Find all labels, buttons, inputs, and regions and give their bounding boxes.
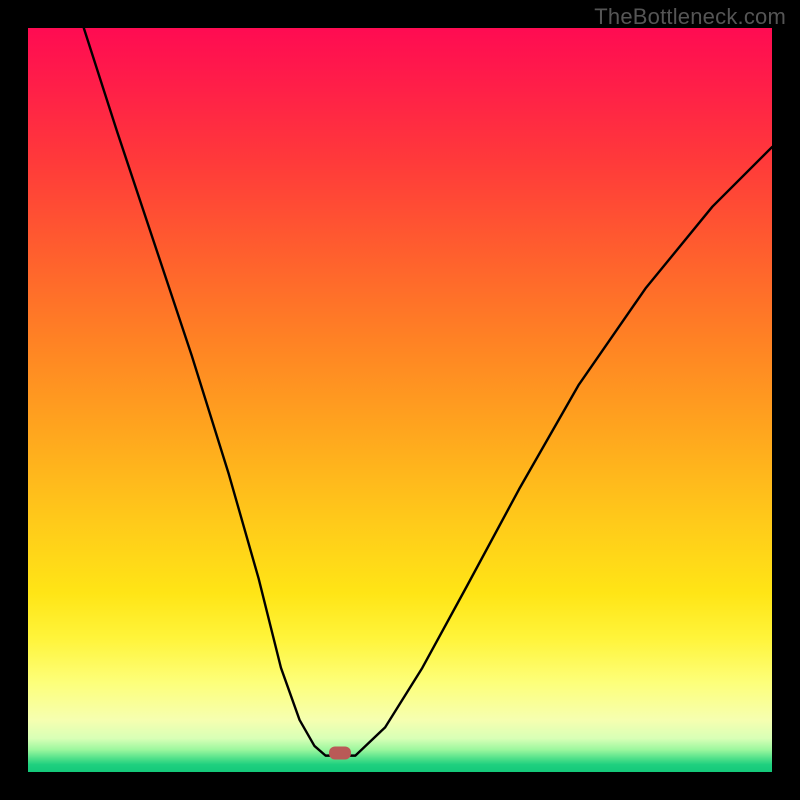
bottleneck-curve — [28, 28, 772, 772]
plot-area — [28, 28, 772, 772]
watermark-text: TheBottleneck.com — [594, 4, 786, 30]
minimum-marker — [329, 747, 351, 760]
chart-frame: TheBottleneck.com — [0, 0, 800, 800]
